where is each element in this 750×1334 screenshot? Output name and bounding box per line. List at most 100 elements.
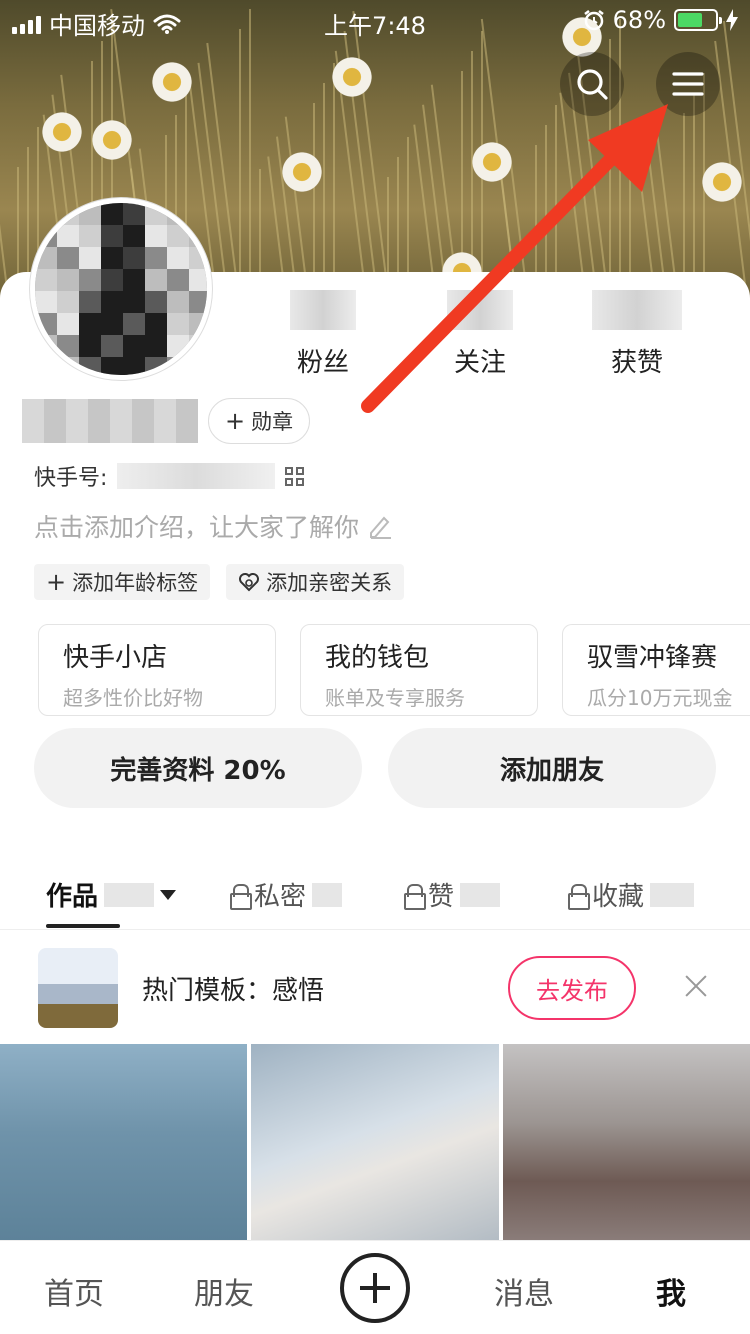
avatar-mosaic-tile bbox=[101, 291, 123, 313]
avatar-mosaic-tile bbox=[123, 357, 145, 375]
bottom-navigation: 首页 朋友 消息 我 bbox=[0, 1240, 750, 1334]
avatar-mosaic-tile bbox=[101, 269, 123, 291]
username-row: + 勋章 bbox=[22, 396, 311, 446]
qr-code-icon[interactable] bbox=[285, 466, 305, 486]
service-title: 驭雪冲锋赛 bbox=[587, 643, 718, 673]
avatar-mosaic-tile bbox=[79, 335, 101, 357]
add-age-tag-button[interactable]: + 添加年龄标签 bbox=[34, 564, 211, 600]
nav-me[interactable]: 我 bbox=[656, 1269, 686, 1313]
tab-label: 赞 bbox=[428, 882, 455, 912]
add-friends-button[interactable]: 添加朋友 bbox=[388, 728, 716, 808]
tab-label: 收藏 bbox=[592, 882, 645, 912]
following-label: 关注 bbox=[453, 348, 506, 378]
likes-stat[interactable]: 获赞 bbox=[572, 290, 702, 379]
daisy-flower bbox=[150, 60, 194, 104]
kuaishou-id-row[interactable]: 快手号: bbox=[34, 460, 305, 492]
alarm-clock-icon bbox=[583, 10, 604, 31]
daisy-flower bbox=[700, 160, 744, 204]
avatar-mosaic-tile bbox=[79, 247, 101, 269]
likes-tab-count-blurred bbox=[460, 882, 501, 907]
add-relationship-button[interactable]: 添加亲密关系 bbox=[226, 564, 405, 600]
followers-stat[interactable]: 粉丝 bbox=[258, 290, 388, 379]
avatar-mosaic-tile bbox=[145, 247, 167, 269]
snow-race-card[interactable]: 驭雪冲锋赛 瓜分10万元现金 bbox=[562, 624, 750, 716]
avatar-mosaic-tile bbox=[35, 247, 57, 269]
avatar-mosaic-tile bbox=[167, 247, 189, 269]
template-text: 热门模板：感悟 bbox=[142, 976, 325, 1006]
template-thumbnail[interactable] bbox=[38, 948, 118, 1028]
avatar-mosaic-tile bbox=[35, 203, 57, 225]
service-title: 我的钱包 bbox=[325, 643, 430, 673]
daisy-flower bbox=[330, 55, 374, 99]
close-icon[interactable] bbox=[682, 972, 710, 1000]
work-thumbnail[interactable] bbox=[502, 1044, 750, 1240]
nav-home[interactable]: 首页 bbox=[44, 1269, 104, 1313]
service-subtitle: 账单及专享服务 bbox=[325, 686, 465, 710]
following-count-blurred bbox=[447, 290, 513, 330]
hot-template-bar: 热门模板：感悟 去发布 bbox=[0, 930, 750, 1044]
status-bar: 中国移动 上午7:48 68% bbox=[0, 0, 750, 40]
avatar-mosaic-tile bbox=[145, 225, 167, 247]
avatar-mosaic-tile bbox=[123, 313, 145, 335]
tab-works[interactable]: 作品 bbox=[46, 876, 177, 913]
daisy-flower bbox=[90, 118, 134, 162]
avatar-mosaic-tile bbox=[145, 335, 167, 357]
avatar-mosaic-tile bbox=[57, 269, 79, 291]
avatar-mosaic-tile bbox=[101, 335, 123, 357]
hamburger-menu-icon bbox=[672, 72, 704, 96]
daisy-flower bbox=[40, 110, 84, 154]
works-count-blurred bbox=[104, 882, 155, 907]
avatar-mosaic-tile bbox=[35, 335, 57, 357]
likes-label: 获赞 bbox=[610, 348, 663, 378]
avatar-mosaic-tile bbox=[79, 203, 101, 225]
publish-button[interactable]: 去发布 bbox=[508, 956, 636, 1020]
wallet-card[interactable]: 我的钱包 账单及专享服务 bbox=[300, 624, 538, 716]
avatar-mosaic-tile bbox=[101, 313, 123, 335]
avatar-mosaic-tile bbox=[189, 269, 207, 291]
active-tab-indicator bbox=[46, 924, 120, 928]
intro-field[interactable]: 点击添加介绍，让大家了解你 bbox=[34, 508, 393, 544]
work-thumbnail[interactable] bbox=[251, 1044, 499, 1240]
relationship-heart-icon bbox=[239, 573, 260, 592]
kuaishou-shop-card[interactable]: 快手小店 超多性价比好物 bbox=[38, 624, 276, 716]
avatar-mosaic-tile bbox=[167, 269, 189, 291]
tab-likes[interactable]: 赞 bbox=[404, 876, 501, 913]
avatar-mosaic-tile bbox=[57, 313, 79, 335]
dropdown-caret-icon bbox=[160, 889, 177, 900]
add-relationship-label: 添加亲密关系 bbox=[266, 571, 393, 595]
grass-stalk bbox=[693, 93, 695, 300]
daisy-flower bbox=[470, 140, 514, 184]
avatar-mosaic-tile bbox=[167, 291, 189, 313]
avatar-mosaic-tile bbox=[79, 313, 101, 335]
edit-pencil-icon bbox=[370, 516, 392, 539]
avatar-mosaic-tile bbox=[35, 269, 57, 291]
grass-stalk bbox=[249, 9, 251, 300]
tab-private[interactable]: 私密 bbox=[230, 876, 343, 913]
menu-button[interactable] bbox=[656, 52, 720, 116]
complete-profile-button[interactable]: 完善资料 20% bbox=[34, 728, 362, 808]
create-plus-icon[interactable] bbox=[340, 1253, 410, 1323]
works-grid bbox=[0, 1044, 750, 1240]
following-stat[interactable]: 关注 bbox=[415, 290, 545, 379]
search-button[interactable] bbox=[560, 52, 624, 116]
username-blurred bbox=[22, 399, 198, 443]
medal-button[interactable]: + 勋章 bbox=[208, 398, 311, 444]
kuaishou-id-label: 快手号: bbox=[34, 466, 108, 491]
lock-icon bbox=[404, 883, 426, 910]
nav-messages[interactable]: 消息 bbox=[494, 1269, 554, 1313]
avatar[interactable] bbox=[30, 198, 212, 380]
battery-icon bbox=[674, 9, 722, 31]
tab-favorites[interactable]: 收藏 bbox=[568, 876, 695, 913]
nav-friends[interactable]: 朋友 bbox=[194, 1269, 254, 1313]
work-thumbnail[interactable] bbox=[0, 1044, 248, 1240]
avatar-mosaic-tile bbox=[101, 203, 123, 225]
avatar-mosaic-tile bbox=[79, 291, 101, 313]
avatar-mosaic-tile bbox=[123, 291, 145, 313]
service-title: 快手小店 bbox=[63, 643, 168, 673]
service-subtitle: 超多性价比好物 bbox=[63, 686, 203, 710]
avatar-mosaic-tile bbox=[35, 313, 57, 335]
avatar-mosaic-tile bbox=[101, 225, 123, 247]
avatar-mosaic-tile bbox=[145, 203, 167, 225]
favorites-count-blurred bbox=[650, 882, 695, 907]
charging-bolt-icon bbox=[726, 9, 738, 31]
